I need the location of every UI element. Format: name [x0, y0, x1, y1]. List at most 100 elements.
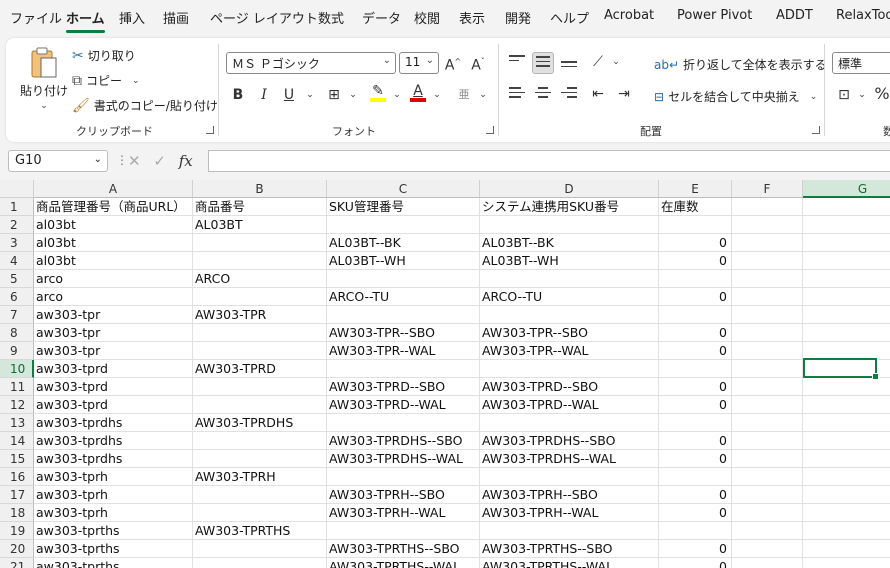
column-header-f[interactable]: F	[732, 180, 803, 198]
cell-d1[interactable]: システム連携用SKU番号	[480, 198, 659, 216]
tab-addt[interactable]: ADDT	[776, 8, 813, 23]
more-icon[interactable]: ⋮	[116, 153, 128, 167]
cell-c19[interactable]	[327, 522, 480, 540]
cell-f5[interactable]	[732, 270, 803, 288]
cell-c5[interactable]	[327, 270, 480, 288]
cell-c1[interactable]: SKU管理番号	[327, 198, 480, 216]
cell-d3[interactable]: AL03BT--BK	[480, 234, 659, 252]
tab-view[interactable]: 表示	[459, 8, 485, 27]
row-header[interactable]: 16	[0, 468, 34, 486]
cell-a20[interactable]: aw303-tprths	[34, 540, 193, 558]
cell-g6[interactable]	[803, 288, 890, 306]
cell-c17[interactable]: AW303-TPRH--SBO	[327, 486, 480, 504]
cell-d2[interactable]	[480, 216, 659, 234]
chevron-down-icon[interactable]: ⌄	[343, 85, 363, 105]
cell-e16[interactable]	[659, 468, 732, 486]
cell-a12[interactable]: aw303-tprd	[34, 396, 193, 414]
enter-icon[interactable]: ✓	[153, 152, 166, 170]
row-header[interactable]: 10	[0, 360, 34, 378]
chevron-down-icon[interactable]: ⌄	[300, 85, 320, 105]
cell-c9[interactable]: AW303-TPR--WAL	[327, 342, 480, 360]
cell-g14[interactable]	[803, 432, 890, 450]
column-header-b[interactable]: B	[193, 180, 327, 198]
cell-f11[interactable]	[732, 378, 803, 396]
cell-g18[interactable]	[803, 504, 890, 522]
wrap-text-button[interactable]: ab↵ 折り返して全体を表示する	[654, 56, 827, 73]
cell-e12[interactable]: 0	[659, 396, 732, 414]
row-header[interactable]: 2	[0, 216, 34, 234]
cell-d7[interactable]	[480, 306, 659, 324]
cell-f3[interactable]	[732, 234, 803, 252]
cell-c8[interactable]: AW303-TPR--SBO	[327, 324, 480, 342]
increase-font-icon[interactable]: A^	[443, 52, 463, 74]
cell-e21[interactable]: 0	[659, 558, 732, 568]
cell-a21[interactable]: aw303-tprths	[34, 558, 193, 568]
cell-e20[interactable]: 0	[659, 540, 732, 558]
tab-acrobat[interactable]: Acrobat	[604, 8, 654, 23]
align-left-button[interactable]	[506, 84, 528, 106]
row-header[interactable]: 13	[0, 414, 34, 432]
cell-g21[interactable]	[803, 558, 890, 568]
cell-e19[interactable]	[659, 522, 732, 540]
select-all-corner[interactable]	[0, 180, 34, 198]
cell-c21[interactable]: AW303-TPRTHS--WAL	[327, 558, 480, 568]
selected-cell[interactable]	[803, 358, 879, 380]
tab-formulas[interactable]: 数式	[318, 8, 344, 27]
cell-d18[interactable]: AW303-TPRH--WAL	[480, 504, 659, 522]
cell-g16[interactable]	[803, 468, 890, 486]
launcher-icon[interactable]	[812, 126, 820, 134]
chevron-down-icon[interactable]: ⌄	[427, 85, 447, 105]
cell-b1[interactable]: 商品番号	[193, 198, 327, 216]
cell-b9[interactable]	[193, 342, 327, 360]
cell-b19[interactable]: AW303-TPRTHS	[193, 522, 327, 540]
cell-a7[interactable]: aw303-tpr	[34, 306, 193, 324]
cell-f17[interactable]	[732, 486, 803, 504]
cell-a13[interactable]: aw303-tprdhs	[34, 414, 193, 432]
tab-insert[interactable]: 挿入	[119, 8, 145, 27]
row-header[interactable]: 8	[0, 324, 34, 342]
cell-b2[interactable]: AL03BT	[193, 216, 327, 234]
cell-f19[interactable]	[732, 522, 803, 540]
cell-a18[interactable]: aw303-tprh	[34, 504, 193, 522]
row-header[interactable]: 18	[0, 504, 34, 522]
cell-d9[interactable]: AW303-TPR--WAL	[480, 342, 659, 360]
row-header[interactable]: 21	[0, 558, 34, 568]
cell-e4[interactable]: 0	[659, 252, 732, 270]
cell-g15[interactable]	[803, 450, 890, 468]
tab-data[interactable]: データ	[362, 8, 401, 27]
align-bottom-button[interactable]	[558, 52, 580, 74]
cell-a1[interactable]: 商品管理番号（商品URL）	[34, 198, 193, 216]
cell-b13[interactable]: AW303-TPRDHS	[193, 414, 327, 432]
cell-c11[interactable]: AW303-TPRD--SBO	[327, 378, 480, 396]
cell-f2[interactable]	[732, 216, 803, 234]
chevron-down-icon[interactable]: ⌄	[852, 85, 872, 105]
cell-c13[interactable]	[327, 414, 480, 432]
align-middle-button[interactable]	[532, 52, 554, 74]
cell-c6[interactable]: ARCO--TU	[327, 288, 480, 306]
cell-e13[interactable]	[659, 414, 732, 432]
chevron-down-icon[interactable]: ⌄	[387, 85, 407, 105]
cell-a5[interactable]: arco	[34, 270, 193, 288]
cell-g7[interactable]	[803, 306, 890, 324]
cell-b7[interactable]: AW303-TPR	[193, 306, 327, 324]
cell-f21[interactable]	[732, 558, 803, 568]
cell-d17[interactable]: AW303-TPRH--SBO	[480, 486, 659, 504]
cell-b17[interactable]	[193, 486, 327, 504]
cell-d13[interactable]	[480, 414, 659, 432]
merge-center-button[interactable]: ⊟ セルを結合して中央揃え ⌄	[654, 88, 817, 105]
cell-b11[interactable]	[193, 378, 327, 396]
cell-c14[interactable]: AW303-TPRDHS--SBO	[327, 432, 480, 450]
tab-developer[interactable]: 開発	[505, 8, 531, 27]
row-header[interactable]: 3	[0, 234, 34, 252]
phonetic-icon[interactable]: 亜	[454, 85, 474, 105]
column-header-g[interactable]: G	[803, 180, 890, 198]
cell-c20[interactable]: AW303-TPRTHS--SBO	[327, 540, 480, 558]
cell-a9[interactable]: aw303-tpr	[34, 342, 193, 360]
cell-d16[interactable]	[480, 468, 659, 486]
cell-b8[interactable]	[193, 324, 327, 342]
cell-a10[interactable]: aw303-tprd	[34, 360, 193, 378]
tab-page-layout[interactable]: ページ レイアウト	[210, 8, 318, 27]
column-header-c[interactable]: C	[327, 180, 480, 198]
cell-c12[interactable]: AW303-TPRD--WAL	[327, 396, 480, 414]
cell-e10[interactable]	[659, 360, 732, 378]
